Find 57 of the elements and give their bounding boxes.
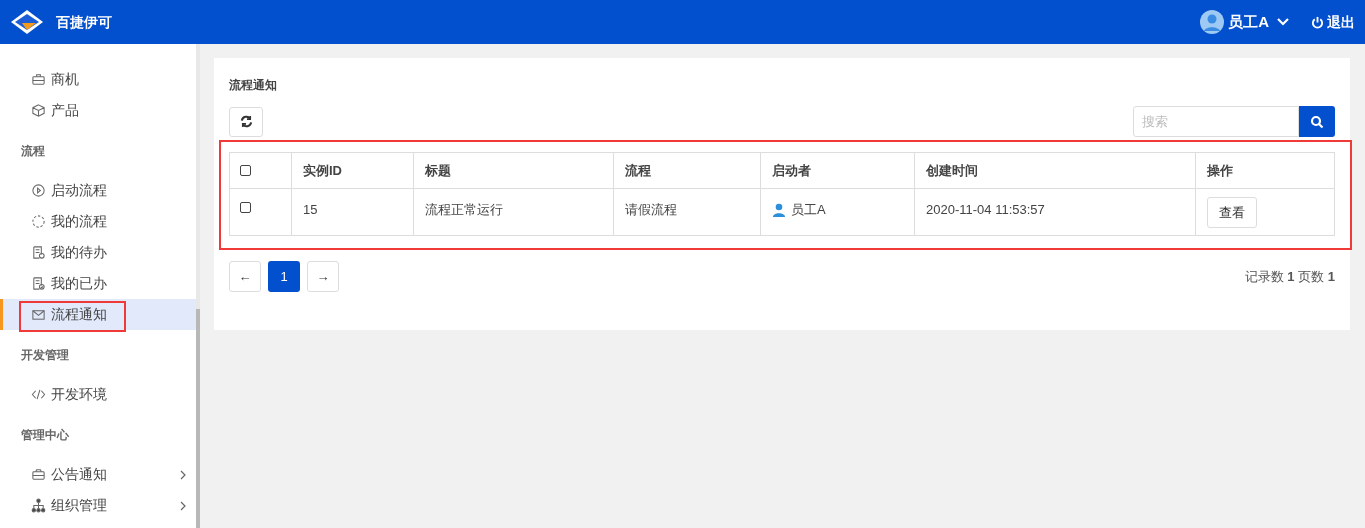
- view-button[interactable]: 查看: [1207, 197, 1257, 228]
- sidebar-item[interactable]: 组织管理: [0, 490, 196, 521]
- cube-icon: [31, 103, 46, 118]
- column-header: 操作: [1207, 162, 1233, 178]
- logout-button[interactable]: 退出: [1311, 11, 1355, 33]
- document-check-icon: [31, 276, 46, 291]
- table-cell: 2020-11-04 11:53:57: [926, 202, 1045, 217]
- column-header: 实例ID: [303, 162, 342, 178]
- table-cell: 请假流程: [625, 202, 677, 217]
- refresh-button[interactable]: [229, 106, 263, 137]
- sidebar-item[interactable]: 商机: [0, 64, 196, 95]
- sidebar-item[interactable]: 我的流程: [0, 206, 196, 237]
- previous-page-button[interactable]: ←: [229, 261, 261, 292]
- search-button[interactable]: [1299, 106, 1335, 137]
- sidebar-section-title: 管理中心: [20, 426, 70, 444]
- column-header: 创建时间: [926, 162, 978, 178]
- column-header: 标题: [425, 162, 451, 178]
- table-cell: 流程正常运行: [425, 202, 503, 217]
- column-header: 启动者: [772, 162, 811, 178]
- org-chart-icon: [31, 498, 46, 513]
- next-page-button[interactable]: →: [307, 261, 339, 292]
- refresh-icon: [239, 115, 253, 128]
- power-icon: [1311, 15, 1324, 29]
- user-menu[interactable]: 员工A: [1200, 10, 1289, 34]
- panel-title: 流程通知: [229, 77, 278, 94]
- sidebar-item[interactable]: 流程通知: [0, 299, 196, 330]
- app-name: 百捷伊可: [56, 12, 112, 32]
- row-checkbox[interactable]: [240, 202, 251, 213]
- person-icon: [772, 202, 786, 217]
- document-clock-icon: [31, 245, 46, 260]
- play-circle-icon: [31, 183, 46, 198]
- search-field[interactable]: 搜索: [1133, 106, 1299, 137]
- sidebar-item[interactable]: 公告通知: [0, 459, 196, 490]
- table-cell-text: 员工A: [791, 201, 826, 219]
- chevron-right-icon: [180, 500, 186, 511]
- chevron-down-icon: [1277, 18, 1289, 26]
- sidebar-item[interactable]: 我的已办: [0, 268, 196, 299]
- table-cell: 15: [303, 202, 318, 217]
- sidebar-item[interactable]: 我的待办: [0, 237, 196, 268]
- chevron-right-icon: [180, 469, 186, 480]
- dotted-circle-icon: [31, 214, 46, 229]
- column-header: 流程: [625, 162, 651, 178]
- sidebar-item[interactable]: 产品: [0, 95, 196, 126]
- logo-icon: [10, 9, 44, 35]
- envelope-icon: [31, 307, 46, 322]
- sidebar-section-title: 开发管理: [20, 346, 70, 364]
- tray-icon: [31, 467, 46, 482]
- page-button[interactable]: 1: [268, 261, 300, 292]
- sidebar-item[interactable]: 启动流程: [0, 175, 196, 206]
- code-icon: [31, 387, 46, 402]
- avatar-icon: [1200, 10, 1225, 34]
- briefcase-icon: [31, 72, 46, 87]
- sidebar-section-title: 流程: [20, 142, 46, 160]
- select-all-checkbox[interactable]: [240, 165, 251, 176]
- search-icon: [1310, 114, 1324, 129]
- sidebar-item[interactable]: 开发环境: [0, 379, 196, 410]
- record-summary: 记录数 1 页数 1: [1244, 267, 1335, 286]
